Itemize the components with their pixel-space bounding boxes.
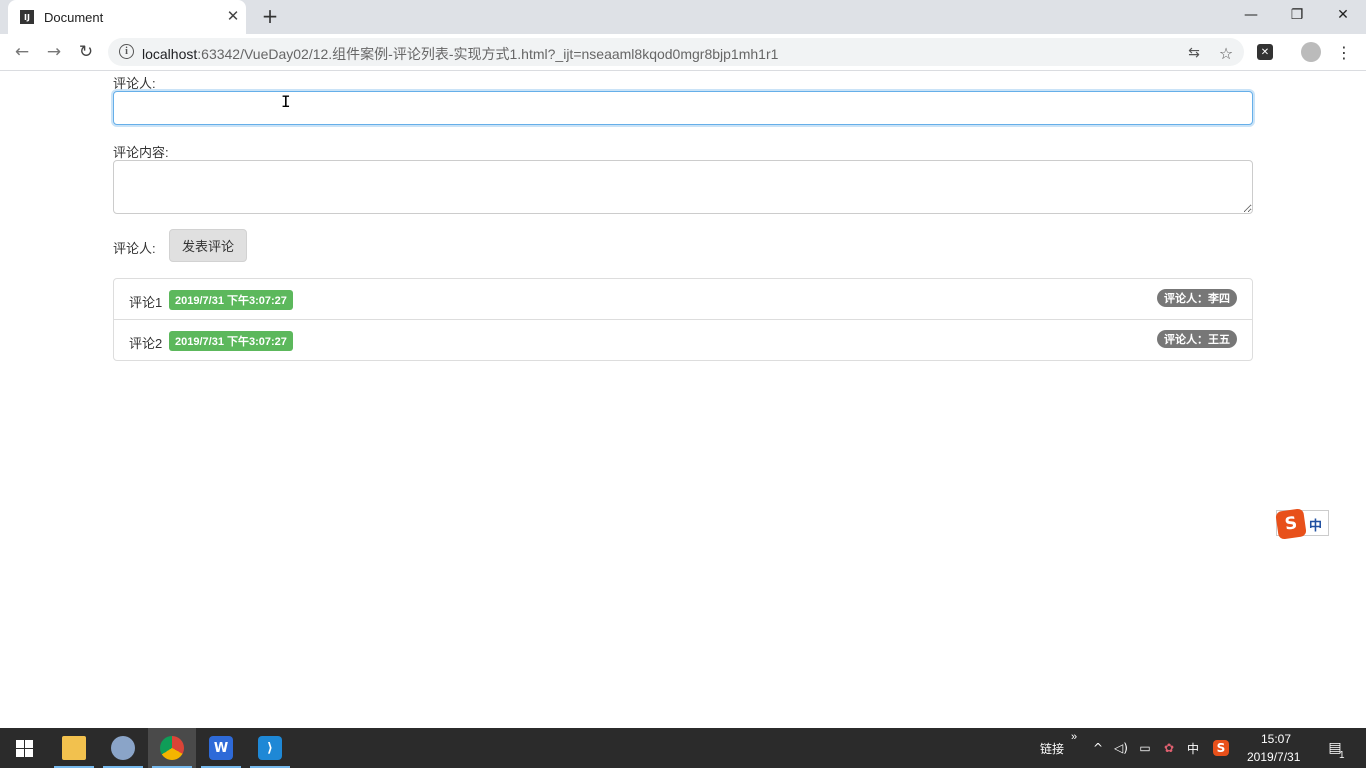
new-tab-icon[interactable]: + [259,4,281,28]
chrome-icon [160,736,184,760]
minimize-icon[interactable]: — [1228,0,1274,30]
taskbar-file-explorer[interactable] [50,728,98,768]
site-info-icon[interactable]: i [119,44,134,59]
sogou-ime-bar[interactable]: S 中 [1275,508,1329,540]
back-arrow-icon[interactable]: ← [10,40,34,64]
taskbar-paint-app[interactable] [99,728,147,768]
bookmark-star-icon[interactable]: ☆ [1217,44,1235,63]
ime-mode-indicator[interactable]: 中 [1309,515,1322,534]
windows-logo-icon [15,739,33,757]
links-toolbar-label[interactable]: 链接 [1040,740,1064,757]
notification-count: 1 [1339,750,1345,761]
taskbar-vscode[interactable]: ⟩ [246,728,294,768]
browser-toolbar: ← → ↻ i localhost:63342/VueDay02/12.组件案例… [0,34,1366,71]
tab-close-icon[interactable]: ✕ [224,7,242,25]
comment-item: 评论1 2019/7/31 下午3:07:27 评论人：李四 [114,279,1252,320]
restore-icon[interactable]: ❐ [1274,0,1320,30]
taskbar-wps[interactable]: W [197,728,245,768]
extension-icon[interactable]: ✕ [1257,44,1273,60]
comment-author-badge: 评论人：李四 [1157,289,1237,307]
content-label: 评论内容: [113,145,169,160]
comment-text: 评论2 [129,336,163,351]
submit-row-label: 评论人: [113,241,156,256]
comment-item: 评论2 2019/7/31 下午3:07:27 评论人：王五 [114,320,1252,360]
start-button[interactable] [0,728,48,768]
palette-icon [111,736,135,760]
tab-title: Document [44,10,104,25]
post-comment-button[interactable]: 发表评论 [169,229,248,262]
browser-tab[interactable]: IJ Document ✕ [8,0,246,34]
comment-list: 评论1 2019/7/31 下午3:07:27 评论人：李四 评论2 2019/… [113,278,1253,361]
comment-time-badge: 2019/7/31 下午3:07:27 [169,331,293,351]
address-bar[interactable]: i localhost:63342/VueDay02/12.组件案例-评论列表-… [108,38,1244,66]
tray-chevron-up-icon[interactable]: ^ [1090,740,1106,756]
comment-text: 评论1 [129,295,163,310]
comment-time-badge: 2019/7/31 下午3:07:27 [169,290,293,310]
url-text[interactable]: localhost:63342/VueDay02/12.组件案例-评论列表-实现… [142,44,778,64]
tab-strip: IJ Document ✕ + — ❐ ✕ [0,0,1366,34]
windows-taskbar: W ⟩ 链接 » ^ ◁) ▭ ✿ 中 S 15:07 2019/7/31 ▤ … [0,728,1366,768]
reload-icon[interactable]: ↻ [74,40,98,64]
comment-author-badge: 评论人：王五 [1157,330,1237,348]
intellij-favicon-icon: IJ [20,10,34,24]
volume-icon[interactable]: ◁) [1113,740,1129,756]
author-label: 评论人: [113,76,156,91]
taskbar-chrome[interactable] [148,728,196,768]
translate-icon[interactable]: ⇆ [1185,44,1203,62]
submit-row: 评论人: 发表评论 [113,229,1253,263]
tray-app-icon[interactable]: ✿ [1161,740,1177,756]
menu-dots-icon[interactable]: ⋮ [1334,42,1354,62]
sogou-tray-icon[interactable]: S [1213,740,1229,756]
links-expand-icon[interactable]: » [1071,731,1077,743]
text-cursor-icon: I [281,92,291,111]
forward-arrow-icon[interactable]: → [42,40,66,64]
clock-time[interactable]: 15:07 [1261,732,1291,746]
tray-ime-indicator[interactable]: 中 [1185,740,1201,756]
clock-date[interactable]: 2019/7/31 [1247,750,1300,764]
vscode-icon: ⟩ [258,736,282,760]
profile-avatar-icon[interactable] [1301,42,1321,62]
network-icon[interactable]: ▭ [1137,740,1153,756]
wps-writer-icon: W [209,736,233,760]
content-textarea[interactable] [113,160,1253,214]
sogou-logo-icon: S [1275,508,1307,540]
window-close-icon[interactable]: ✕ [1320,0,1366,30]
folder-icon [62,736,86,760]
